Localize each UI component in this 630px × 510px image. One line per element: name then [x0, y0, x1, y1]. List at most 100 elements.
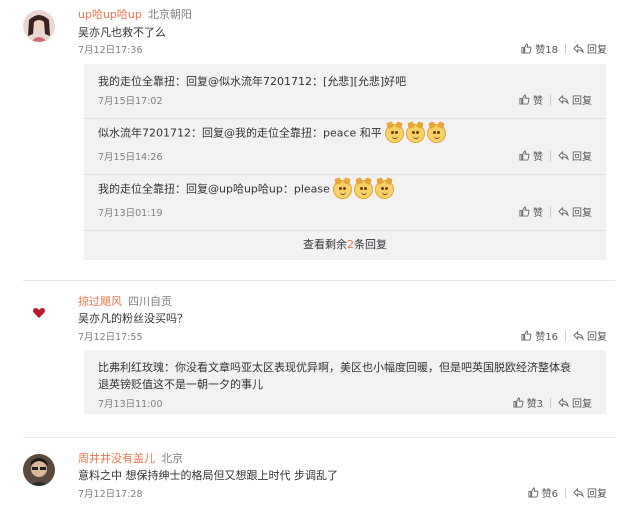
reply-arrow-icon: [558, 94, 569, 105]
reply-label: 回复: [587, 332, 607, 343]
comment-divider: [23, 280, 615, 281]
reply-item: 似水流年7201712：回复@我的走位全靠扭：peace 和平 7月15日14:…: [84, 120, 606, 176]
doge-emoji-icon: [427, 121, 447, 143]
reply-arrow-icon: [558, 206, 569, 217]
reply-text-line-1: 比弗利红玫瑰：你没看文章吗亚太区表现优异啊，美区也小幅度回暖，但是吧英国脱欧经济…: [98, 361, 571, 374]
action-divider: [565, 330, 566, 341]
thumbs-up-icon: [528, 487, 539, 498]
reply-actions: 赞3 回复: [513, 395, 592, 410]
comment-text: 意料之中 想保持绅士的格局但又想跟上时代 步调乱了: [78, 469, 338, 482]
reply-actions: 赞 回复: [519, 204, 592, 219]
thumbs-up-icon: [519, 150, 530, 161]
action-divider: [550, 206, 551, 217]
comment-header: up哈up哈up 北京朝阳: [78, 6, 192, 22]
like-label: 赞: [533, 96, 543, 107]
username-link[interactable]: 掠过飓风: [78, 295, 122, 308]
reply-label: 回复: [572, 208, 592, 219]
username-link[interactable]: up哈up哈up: [78, 8, 142, 21]
reply-label: 回复: [587, 45, 607, 56]
reply-text: 我的走位全靠扭：回复@似水流年7201712：[允悲][允悲]好吧: [98, 73, 406, 89]
thumbs-up-icon: [521, 330, 532, 341]
action-divider: [550, 94, 551, 105]
doge-emoji-icon: [354, 177, 374, 199]
more-prefix: 查看剩余: [303, 238, 347, 251]
reply-text: 我的走位全靠扭：回复@up哈up哈up：please: [98, 177, 396, 199]
like-label: 赞3: [526, 399, 543, 410]
comment-actions: 赞6 回复: [528, 485, 607, 500]
like-button[interactable]: 赞: [519, 148, 543, 163]
reply-button[interactable]: 回复: [573, 41, 607, 56]
more-count: 2: [347, 238, 354, 251]
reply-text: 似水流年7201712：回复@我的走位全靠扭：peace 和平: [98, 121, 448, 143]
reply-button[interactable]: 回复: [573, 328, 607, 343]
comment-3: 周井井没有盖儿 北京 意料之中 想保持绅士的格局但又想跟上时代 步调乱了 7月12…: [0, 446, 630, 510]
like-button[interactable]: 赞16: [521, 328, 558, 343]
like-label: 赞16: [535, 332, 558, 343]
reply-arrow-icon: [573, 43, 584, 54]
reply-time: 7月13日11:00: [98, 399, 163, 410]
reply-actions: 赞 回复: [519, 148, 592, 163]
comment-divider: [23, 437, 615, 438]
reply-divider: [84, 118, 606, 119]
comment-actions: 赞18 回复: [521, 41, 607, 56]
location-text: 北京: [161, 452, 183, 465]
reply-content: 我的走位全靠扭：回复@up哈up哈up：please: [98, 182, 330, 196]
username-link[interactable]: 周井井没有盖儿: [78, 452, 155, 465]
reply-button[interactable]: 回复: [558, 395, 592, 410]
avatar[interactable]: [23, 10, 55, 42]
like-button[interactable]: 赞6: [528, 485, 558, 500]
reply-arrow-icon: [573, 487, 584, 498]
view-more-replies-link[interactable]: 查看剩余2条回复: [84, 236, 606, 252]
reply-time: 7月13日01:19: [98, 208, 163, 219]
action-divider: [565, 43, 566, 54]
reply-content: 我的走位全靠扭：回复@似水流年7201712：[允悲][允悲]好吧: [98, 75, 407, 88]
like-button[interactable]: 赞: [519, 204, 543, 219]
avatar-image: [23, 10, 55, 42]
comment-text: 吴亦凡也救不了么: [78, 26, 166, 39]
like-button[interactable]: 赞: [519, 92, 543, 107]
thumbs-up-icon: [519, 206, 530, 217]
thumbs-up-icon: [519, 94, 530, 105]
comment-time: 7月12日17:55: [78, 332, 143, 343]
thumbs-up-icon: [513, 397, 524, 408]
reply-arrow-icon: [558, 150, 569, 161]
reply-button[interactable]: 回复: [558, 204, 592, 219]
comment-2: 掠过飓风 四川自贡 吴亦凡的粉丝没买吗？ 7月12日17:55 赞16 回复 比弗…: [0, 290, 630, 420]
avatar[interactable]: [23, 296, 55, 328]
reply-content: 似水流年7201712：回复@我的走位全靠扭：peace 和平: [98, 126, 382, 140]
comment-text: 吴亦凡的粉丝没买吗？: [78, 312, 188, 325]
like-label: 赞: [533, 208, 543, 219]
reply-actions: 赞 回复: [519, 92, 592, 107]
reply-time: 7月15日14:26: [98, 152, 163, 163]
reply-label: 回复: [572, 96, 592, 107]
comment-time: 7月12日17:36: [78, 45, 143, 56]
heart-avatar-icon: [23, 296, 55, 328]
more-suffix: 条回复: [354, 238, 387, 251]
reply-list: 比弗利红玫瑰：你没看文章吗亚太区表现优异啊，美区也小幅度回暖，但是吧英国脱欧经济…: [84, 350, 606, 414]
comment-actions: 赞16 回复: [521, 328, 607, 343]
like-button[interactable]: 赞18: [521, 41, 558, 56]
avatar-image: [23, 454, 55, 486]
reply-item: 我的走位全靠扭：回复@up哈up哈up：please 7月13日01:19 赞 …: [84, 176, 606, 232]
action-divider: [550, 150, 551, 161]
like-label: 赞6: [541, 489, 558, 500]
comment-1: up哈up哈up 北京朝阳 吴亦凡也救不了么 7月12日17:36 赞18 回复 …: [0, 0, 630, 265]
reply-label: 回复: [587, 489, 607, 500]
reply-button[interactable]: 回复: [558, 148, 592, 163]
avatar[interactable]: [23, 454, 55, 486]
reply-arrow-icon: [558, 397, 569, 408]
location-text: 四川自贡: [128, 295, 172, 308]
reply-divider: [84, 230, 606, 231]
reply-item: 比弗利红玫瑰：你没看文章吗亚太区表现优异啊，美区也小幅度回暖，但是吧英国脱欧经济…: [84, 350, 606, 414]
reply-label: 回复: [572, 152, 592, 163]
reply-list: 我的走位全靠扭：回复@似水流年7201712：[允悲][允悲]好吧 7月15日1…: [84, 64, 606, 260]
like-button[interactable]: 赞3: [513, 395, 543, 410]
reply-label: 回复: [572, 399, 592, 410]
reply-button[interactable]: 回复: [573, 485, 607, 500]
doge-emoji-icon: [406, 121, 426, 143]
reply-button[interactable]: 回复: [558, 92, 592, 107]
action-divider: [550, 397, 551, 408]
like-label: 赞18: [535, 45, 558, 56]
comment-header: 掠过飓风 四川自贡: [78, 293, 172, 309]
like-label: 赞: [533, 152, 543, 163]
